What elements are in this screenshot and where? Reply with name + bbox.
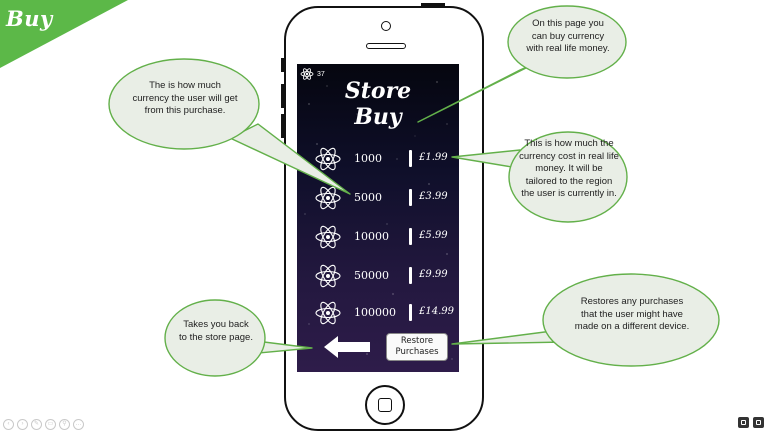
callout-price [451,149,521,169]
callout-amount [229,123,351,195]
pen-icon[interactable]: ✎ [31,419,42,430]
callout-back-text: Takes you back to the store page. [179,319,253,343]
slideshow-controls: ‹ › ✎ ▭ ⚲ … [3,419,84,430]
fullscreen-icon[interactable] [753,417,764,428]
callout-restore-text: Restores any purchases that the user mig… [574,296,690,332]
presenter-icon[interactable] [738,417,749,428]
view-controls [738,417,764,428]
callout-amount-text: The is how much currency the user will g… [132,80,238,116]
previous-slide-icon[interactable]: ‹ [3,419,14,430]
callout-price-text: This is how much the currency cost in re… [519,138,619,199]
callout-page-info [417,61,539,123]
more-options-icon[interactable]: … [73,419,84,430]
slides-icon[interactable]: ▭ [45,419,56,430]
next-slide-icon[interactable]: › [17,419,28,430]
zoom-icon[interactable]: ⚲ [59,419,70,430]
callout-layer [108,5,720,377]
callout-page-info-text: On this page you can buy currency with r… [526,18,610,54]
